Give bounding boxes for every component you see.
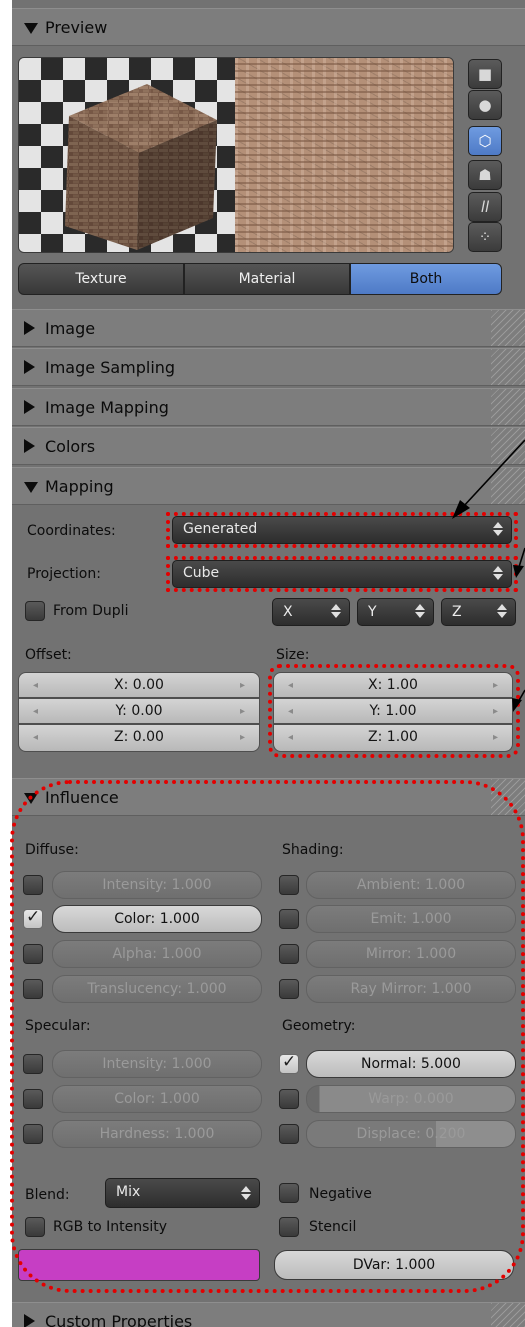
texture-properties-editor: Preview ■ ● ⬡ ☗ ll ⁘ Texture Material Bo… [0, 0, 525, 1327]
arrow-line-coordinates [461, 439, 525, 509]
arrow-head-size-icon [512, 698, 522, 712]
arrow-head-projection-icon [513, 565, 524, 578]
annotation-arrows [452, 439, 525, 712]
